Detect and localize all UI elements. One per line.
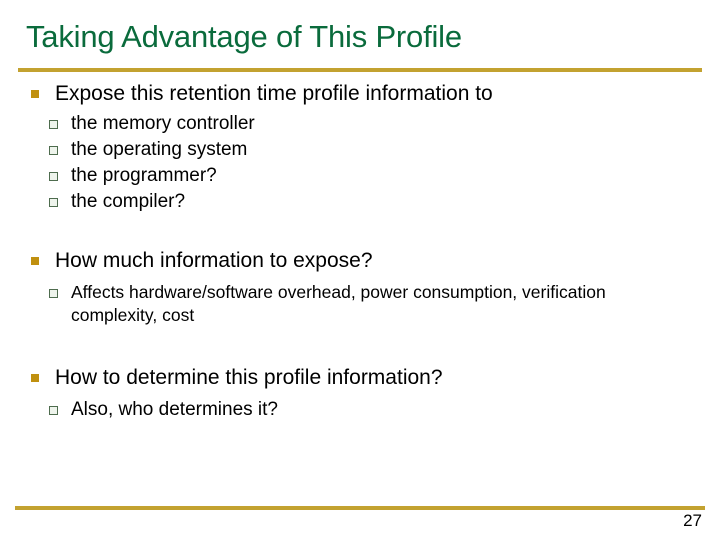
square-bullet-icon	[31, 374, 39, 382]
bullet-level2: the operating system	[0, 137, 720, 162]
footer-divider-rule	[15, 506, 705, 510]
bullet-level2-label: the operating system	[71, 139, 248, 160]
hollow-square-bullet-icon	[49, 289, 58, 298]
hollow-square-bullet-icon	[49, 198, 58, 207]
square-bullet-icon	[31, 90, 39, 98]
bullet-level2: the memory controller	[0, 111, 720, 136]
bullet-level1: How much information to expose?	[0, 247, 720, 275]
bullet-level2-label: Also, who determines it?	[71, 399, 278, 420]
sub-bullet-list: Also, who determines it?	[0, 397, 720, 422]
bullet-level2: Affects hardware/software overhead, powe…	[0, 281, 720, 327]
page-number: 27	[683, 511, 702, 530]
sub-bullet-list: the memory controller the operating syst…	[0, 111, 720, 214]
presentation-slide: Taking Advantage of This Profile Expose …	[0, 0, 720, 540]
slide-title-area: Taking Advantage of This Profile	[0, 0, 720, 72]
bullet-level2-label: the memory controller	[71, 113, 255, 134]
hollow-square-bullet-icon	[49, 172, 58, 181]
slide-body: Expose this retention time profile infor…	[0, 80, 720, 422]
bullet-level1-label: How much information to expose?	[55, 249, 373, 272]
bullet-group-1: Expose this retention time profile infor…	[0, 80, 720, 214]
hollow-square-bullet-icon	[49, 146, 58, 155]
bullet-level2-label: Affects hardware/software overhead, powe…	[71, 282, 606, 325]
bullet-level1-label: How to determine this profile informatio…	[55, 366, 443, 389]
hollow-square-bullet-icon	[49, 406, 58, 415]
sub-bullet-list: Affects hardware/software overhead, powe…	[0, 281, 720, 327]
bullet-level1-label: Expose this retention time profile infor…	[55, 82, 493, 105]
bullet-group-2: How much information to expose? Affects …	[0, 247, 720, 327]
bullet-level1: Expose this retention time profile infor…	[0, 80, 720, 108]
bullet-level2: Also, who determines it?	[0, 397, 720, 422]
page-title: Taking Advantage of This Profile	[26, 19, 462, 54]
title-divider-rule	[18, 68, 702, 72]
bullet-level2-label: the compiler?	[71, 191, 186, 212]
bullet-level2: the compiler?	[0, 189, 720, 214]
bullet-level2: the programmer?	[0, 163, 720, 188]
bullet-level1: How to determine this profile informatio…	[0, 364, 720, 392]
bullet-level2-label: the programmer?	[71, 165, 217, 186]
hollow-square-bullet-icon	[49, 120, 58, 129]
bullet-group-3: How to determine this profile informatio…	[0, 364, 720, 422]
square-bullet-icon	[31, 257, 39, 265]
